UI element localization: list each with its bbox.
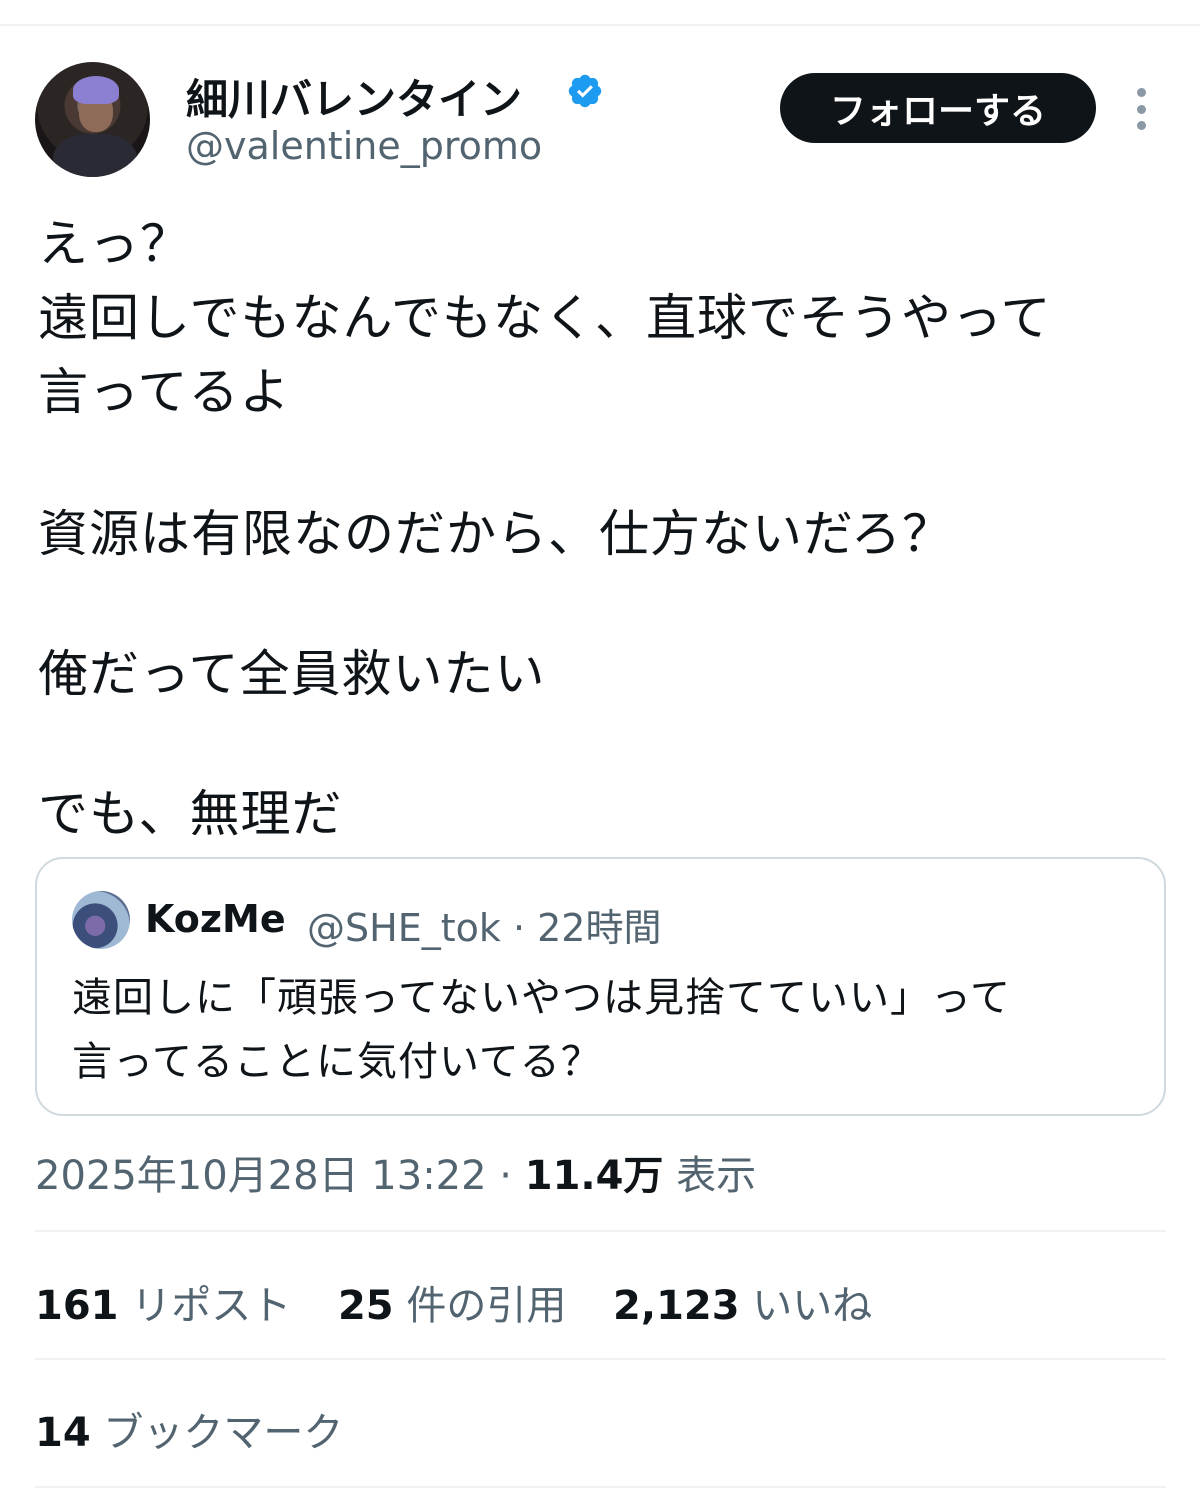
more-options-icon[interactable] — [1126, 88, 1156, 130]
engagement-stats: 161 リポスト 25 件の引用 2,123 いいね — [35, 1273, 906, 1331]
quoted-author-handle-time: @SHE_tok · 22時間 — [307, 906, 662, 950]
tweet-meta: 2025年10月28日 13:22 · 11.4万 表示 — [35, 1143, 756, 1201]
tweet-text-line: 言ってるよ — [38, 363, 291, 421]
quoted-author-name: KozMe — [145, 897, 286, 941]
tweet-text-line: 俺だって全員救いたい — [38, 645, 546, 703]
tweet-text-line: 遠回しでもなんでもなく、直球でそうやって — [38, 289, 1052, 347]
author-display-name[interactable]: 細川バレンタイン — [186, 66, 522, 127]
quoted-tweet-text-line: 遠回しに「頑張ってないやつは見捨てていい」って — [72, 975, 1011, 1021]
reposts-stat[interactable]: 161 リポスト — [35, 1283, 291, 1329]
verified-badge-icon — [568, 74, 602, 108]
divider — [35, 1230, 1166, 1232]
bookmarks-stat[interactable]: 14 ブックマーク — [35, 1400, 343, 1458]
follow-button[interactable]: フォローする — [780, 73, 1096, 143]
divider — [35, 1358, 1166, 1360]
quotes-stat[interactable]: 25 件の引用 — [338, 1283, 566, 1329]
tweet-text-line: でも、無理だ — [38, 785, 343, 843]
views-count: 11.4万 — [524, 1153, 664, 1199]
quoted-author-avatar — [72, 891, 130, 949]
views-label: 表示 — [663, 1153, 757, 1199]
author-handle[interactable]: @valentine_promo — [186, 124, 542, 168]
top-divider — [0, 24, 1200, 26]
quoted-tweet-text-line: 言ってることに気付いてる？ — [72, 1039, 602, 1085]
tweet-text-line: えっ？ — [38, 215, 191, 273]
likes-stat[interactable]: 2,123 いいね — [613, 1283, 872, 1329]
quoted-tweet-card[interactable]: KozMe @SHE_tok · 22時間 遠回しに「頑張ってないやつは見捨てて… — [35, 857, 1166, 1116]
divider — [35, 1486, 1166, 1488]
author-avatar[interactable] — [35, 62, 150, 177]
tweet-timestamp[interactable]: 2025年10月28日 13:22 · — [35, 1153, 525, 1199]
tweet-text-line: 資源は有限なのだから、仕方ないだろ？ — [38, 505, 953, 563]
